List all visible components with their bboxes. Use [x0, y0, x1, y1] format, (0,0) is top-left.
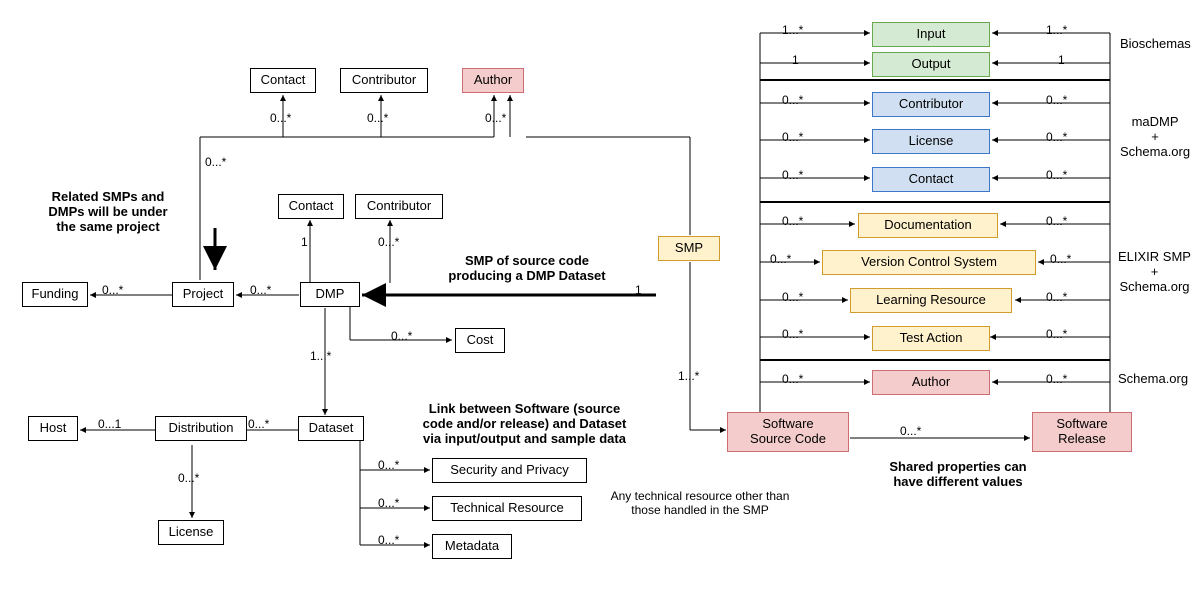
node-doc: Documentation — [858, 213, 998, 238]
mult: 0...* — [782, 94, 803, 108]
mult: 0...* — [367, 112, 388, 126]
mult: 1...* — [678, 370, 699, 384]
node-vcs: Version Control System — [822, 250, 1036, 275]
node-distribution: Distribution — [155, 416, 247, 441]
mult: 1 — [1058, 54, 1065, 68]
node-license: License — [158, 520, 224, 545]
mult: 0...* — [391, 330, 412, 344]
node-author-top: Author — [462, 68, 524, 93]
node-contributor-r: Contributor — [872, 92, 990, 117]
node-funding: Funding — [22, 282, 88, 307]
mult: 0...* — [782, 328, 803, 342]
node-license-r: License — [872, 129, 990, 154]
mult: 0...* — [270, 112, 291, 126]
node-techres: Technical Resource — [432, 496, 582, 521]
mult: 1 — [635, 284, 642, 298]
node-dmp: DMP — [300, 282, 360, 307]
mult: 0...* — [378, 534, 399, 548]
note-shared: Shared properties can have different val… — [848, 460, 1068, 490]
mult: 0...1 — [98, 418, 121, 432]
mult: 0...* — [205, 156, 226, 170]
node-project: Project — [172, 282, 234, 307]
note-related: Related SMPs and DMPs will be under the … — [18, 190, 198, 235]
node-learn: Learning Resource — [850, 288, 1012, 313]
mult: 0...* — [782, 131, 803, 145]
mult: 0...* — [1046, 328, 1067, 342]
label-schemaorg: Schema.org — [1118, 372, 1188, 387]
label-elixir: ELIXIR SMP + Schema.org — [1118, 250, 1191, 295]
node-cost: Cost — [455, 328, 505, 353]
node-output: Output — [872, 52, 990, 77]
mult: 1...* — [1046, 24, 1067, 38]
node-contributor-top: Contributor — [340, 68, 428, 93]
node-srel: Software Release — [1032, 412, 1132, 452]
mult: 0...* — [248, 418, 269, 432]
note-anytech: Any technical resource other than those … — [590, 490, 810, 518]
node-metadata: Metadata — [432, 534, 512, 559]
node-dataset: Dataset — [298, 416, 364, 441]
mult: 0...* — [782, 215, 803, 229]
mult: 0...* — [1046, 131, 1067, 145]
node-contact-r: Contact — [872, 167, 990, 192]
mult: 0...* — [1046, 215, 1067, 229]
node-input: Input — [872, 22, 990, 47]
mult: 1 — [792, 54, 799, 68]
note-linksw: Link between Software (source code and/o… — [392, 402, 657, 447]
node-contact-top: Contact — [250, 68, 316, 93]
node-contributor-mid: Contributor — [355, 194, 443, 219]
mult: 0...* — [1046, 169, 1067, 183]
mult: 0...* — [782, 291, 803, 305]
mult: 0...* — [378, 236, 399, 250]
mult: 0...* — [485, 112, 506, 126]
label-bioschemas: Bioschemas — [1120, 37, 1191, 52]
mult: 1...* — [782, 24, 803, 38]
mult: 0...* — [378, 459, 399, 473]
mult: 0...* — [770, 253, 791, 267]
node-contact-mid: Contact — [278, 194, 344, 219]
note-smpsrc: SMP of source code producing a DMP Datas… — [422, 254, 632, 284]
label-madmp: maDMP + Schema.org — [1120, 115, 1190, 160]
node-testa: Test Action — [872, 326, 990, 351]
mult: 1...* — [310, 350, 331, 364]
mult: 0...* — [782, 373, 803, 387]
node-smp: SMP — [658, 236, 720, 261]
node-ssc: Software Source Code — [727, 412, 849, 452]
mult: 0...* — [1050, 253, 1071, 267]
mult: 1 — [301, 236, 308, 250]
diagram-canvas: { "nodes": { "contact1":"Contact","contr… — [0, 0, 1200, 614]
mult: 0...* — [782, 169, 803, 183]
mult: 0...* — [900, 425, 921, 439]
mult: 0...* — [378, 497, 399, 511]
mult: 0...* — [1046, 94, 1067, 108]
node-author-r: Author — [872, 370, 990, 395]
node-security: Security and Privacy — [432, 458, 587, 483]
mult: 0...* — [1046, 291, 1067, 305]
mult: 0...* — [250, 284, 271, 298]
mult: 0...* — [1046, 373, 1067, 387]
mult: 0...* — [102, 284, 123, 298]
node-host: Host — [28, 416, 78, 441]
mult: 0...* — [178, 472, 199, 486]
